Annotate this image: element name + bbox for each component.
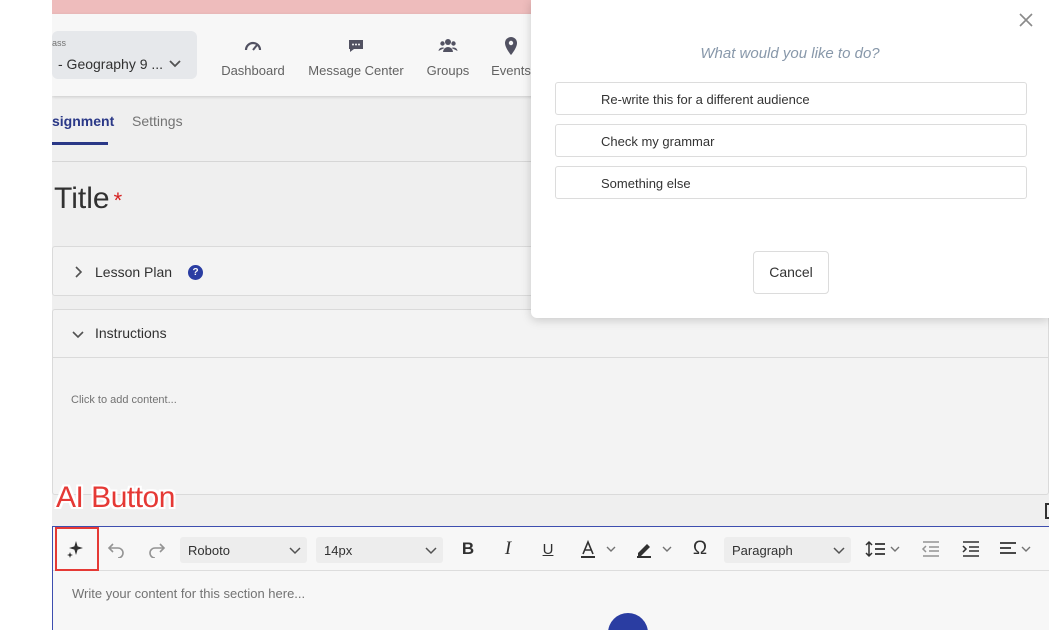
option-check-grammar[interactable]: Check my grammar [555,124,1027,157]
screenshot-stage: ass - Geography 9 ... Dashboard Message … [0,0,1049,630]
annotation-highlight-box [55,527,99,571]
annotation-label: AI Button [56,481,175,514]
option-rewrite-audience[interactable]: Re-write this for a different audience [555,82,1027,115]
option-label: Something else [601,176,691,191]
option-something-else[interactable]: Something else [555,166,1027,199]
modal-question: What would you like to do? [700,45,880,62]
cancel-button[interactable]: Cancel [753,251,829,294]
option-label: Check my grammar [601,134,715,149]
ai-options-modal: What would you like to do? Re-write this… [531,0,1049,318]
option-label: Re-write this for a different audience [601,92,810,107]
close-icon[interactable] [1018,12,1034,28]
